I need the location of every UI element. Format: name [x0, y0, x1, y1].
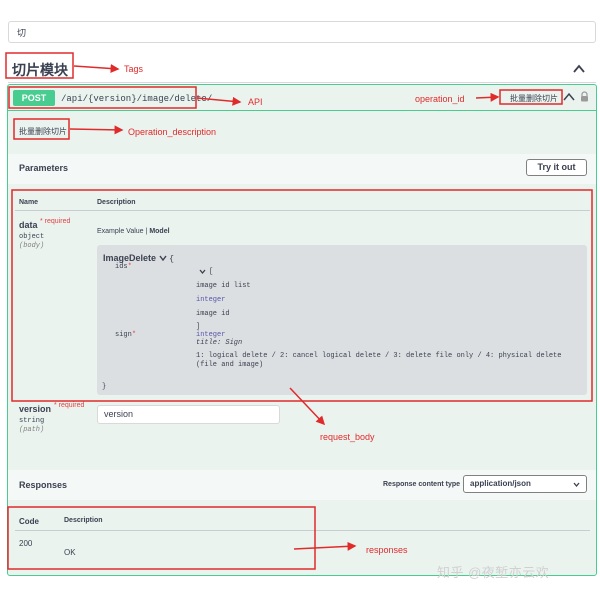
- annotation-box-api: [8, 86, 197, 109]
- annotation-label-operation-id: operation_id: [415, 94, 465, 104]
- annotation-label-api: API: [248, 97, 263, 107]
- annotation-overlay: [5, 52, 593, 570]
- annotation-box-tags: [5, 52, 74, 79]
- annotation-box-responses: [7, 506, 316, 570]
- annotation-label-request-body: request_body: [320, 432, 375, 442]
- annotation-box-request-body: [11, 189, 593, 402]
- annotation-box-operation-id: [499, 89, 563, 105]
- annotation-label-tags: Tags: [124, 64, 144, 74]
- annotation-label-description: Operation_description: [128, 127, 217, 137]
- annotation-label-responses: responses: [366, 545, 408, 555]
- watermark: 知乎 @夜堑亦云欢: [437, 565, 550, 580]
- annotation-box-description: [13, 118, 70, 140]
